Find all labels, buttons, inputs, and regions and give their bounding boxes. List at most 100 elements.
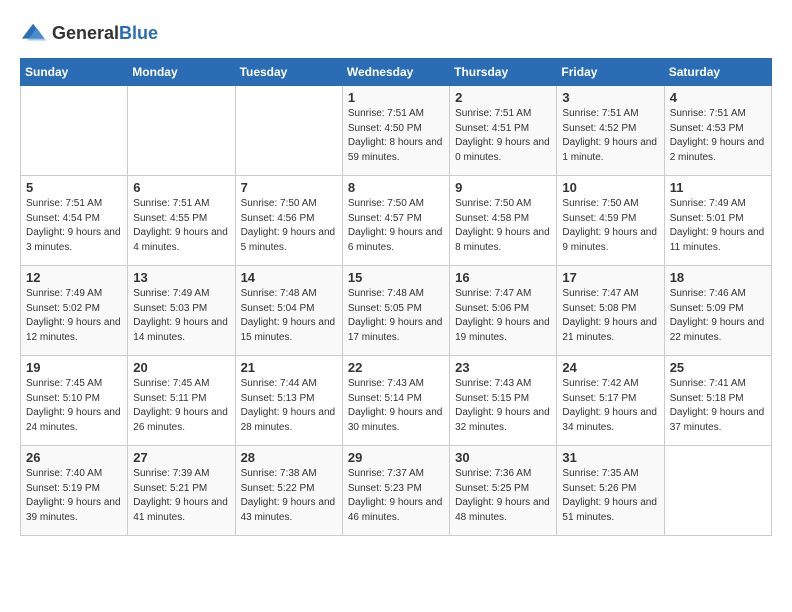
calendar-cell: 2 Sunrise: 7:51 AM Sunset: 4:51 PM Daylig…	[450, 86, 557, 176]
day-number: 13	[133, 270, 229, 285]
weekday-header: Friday	[557, 59, 664, 86]
calendar-cell: 1 Sunrise: 7:51 AM Sunset: 4:50 PM Daylig…	[342, 86, 449, 176]
day-info: Sunrise: 7:47 AM Sunset: 5:06 PM Dayligh…	[455, 287, 551, 345]
day-info: Sunrise: 7:39 AM Sunset: 5:21 PM Dayligh…	[133, 467, 229, 525]
day-info: Sunrise: 7:36 AM Sunset: 5:25 PM Dayligh…	[455, 467, 551, 525]
calendar-cell: 28 Sunrise: 7:38 AM Sunset: 5:22 PM Dayli…	[235, 446, 342, 536]
calendar-cell: 18 Sunrise: 7:46 AM Sunset: 5:09 PM Dayli…	[664, 266, 771, 356]
calendar-cell	[235, 86, 342, 176]
day-info: Sunrise: 7:37 AM Sunset: 5:23 PM Dayligh…	[348, 467, 444, 525]
calendar-week-row: 26Sunrise: 7:40 AM Sunset: 5:19 PM Dayli…	[21, 446, 772, 536]
weekday-header: Thursday	[450, 59, 557, 86]
day-info: Sunrise: 7:46 AM Sunset: 5:09 PM Dayligh…	[670, 287, 766, 345]
day-number: 18	[670, 270, 766, 285]
day-number: 21	[241, 360, 337, 375]
day-number: 11	[670, 180, 766, 195]
calendar-cell: 13 Sunrise: 7:49 AM Sunset: 5:03 PM Dayli…	[128, 266, 235, 356]
day-info: Sunrise: 7:45 AM Sunset: 5:11 PM Dayligh…	[133, 377, 229, 435]
day-info: Sunrise: 7:51 AM Sunset: 4:54 PM Dayligh…	[26, 197, 122, 255]
calendar-cell: 27 Sunrise: 7:39 AM Sunset: 5:21 PM Dayli…	[128, 446, 235, 536]
calendar-cell: 4 Sunrise: 7:51 AM Sunset: 4:53 PM Daylig…	[664, 86, 771, 176]
calendar-cell: 3 Sunrise: 7:51 AM Sunset: 4:52 PM Daylig…	[557, 86, 664, 176]
day-info: Sunrise: 7:50 AM Sunset: 4:57 PM Dayligh…	[348, 197, 444, 255]
day-number: 2	[455, 90, 551, 105]
weekday-header: Monday	[128, 59, 235, 86]
weekday-header: Saturday	[664, 59, 771, 86]
calendar-cell: 8 Sunrise: 7:50 AM Sunset: 4:57 PM Daylig…	[342, 176, 449, 266]
calendar-cell	[128, 86, 235, 176]
day-number: 14	[241, 270, 337, 285]
day-info: Sunrise: 7:40 AM Sunset: 5:19 PM Dayligh…	[26, 467, 122, 525]
calendar-cell: 9Sunrise: 7:50 AM Sunset: 4:58 PM Daylig…	[450, 176, 557, 266]
calendar-cell: 11Sunrise: 7:49 AM Sunset: 5:01 PM Dayli…	[664, 176, 771, 266]
day-number: 20	[133, 360, 229, 375]
day-info: Sunrise: 7:48 AM Sunset: 5:05 PM Dayligh…	[348, 287, 444, 345]
day-info: Sunrise: 7:42 AM Sunset: 5:17 PM Dayligh…	[562, 377, 658, 435]
day-number: 27	[133, 450, 229, 465]
day-number: 12	[26, 270, 122, 285]
day-info: Sunrise: 7:48 AM Sunset: 5:04 PM Dayligh…	[241, 287, 337, 345]
day-info: Sunrise: 7:45 AM Sunset: 5:10 PM Dayligh…	[26, 377, 122, 435]
calendar-cell: 24 Sunrise: 7:42 AM Sunset: 5:17 PM Dayli…	[557, 356, 664, 446]
calendar-week-row: 19 Sunrise: 7:45 AM Sunset: 5:10 PM Dayli…	[21, 356, 772, 446]
day-info: Sunrise: 7:41 AM Sunset: 5:18 PM Dayligh…	[670, 377, 766, 435]
day-number: 4	[670, 90, 766, 105]
calendar-table: SundayMondayTuesdayWednesdayThursdayFrid…	[20, 58, 772, 536]
day-info: Sunrise: 7:51 AM Sunset: 4:52 PM Dayligh…	[562, 107, 658, 165]
calendar-cell	[21, 86, 128, 176]
calendar-cell: 22Sunrise: 7:43 AM Sunset: 5:14 PM Dayli…	[342, 356, 449, 446]
calendar-cell: 23 Sunrise: 7:43 AM Sunset: 5:15 PM Dayli…	[450, 356, 557, 446]
day-number: 19	[26, 360, 122, 375]
calendar-body: 1 Sunrise: 7:51 AM Sunset: 4:50 PM Daylig…	[21, 86, 772, 536]
day-info: Sunrise: 7:38 AM Sunset: 5:22 PM Dayligh…	[241, 467, 337, 525]
day-info: Sunrise: 7:43 AM Sunset: 5:15 PM Dayligh…	[455, 377, 551, 435]
day-info: Sunrise: 7:50 AM Sunset: 4:56 PM Dayligh…	[241, 197, 337, 255]
calendar-cell: 20 Sunrise: 7:45 AM Sunset: 5:11 PM Dayli…	[128, 356, 235, 446]
day-number: 17	[562, 270, 658, 285]
day-number: 24	[562, 360, 658, 375]
calendar-cell: 16Sunrise: 7:47 AM Sunset: 5:06 PM Dayli…	[450, 266, 557, 356]
calendar-week-row: 1 Sunrise: 7:51 AM Sunset: 4:50 PM Daylig…	[21, 86, 772, 176]
day-number: 6	[133, 180, 229, 195]
day-info: Sunrise: 7:51 AM Sunset: 4:53 PM Dayligh…	[670, 107, 766, 165]
day-info: Sunrise: 7:51 AM Sunset: 4:51 PM Dayligh…	[455, 107, 551, 165]
day-number: 8	[348, 180, 444, 195]
day-number: 10	[562, 180, 658, 195]
calendar-cell: 30Sunrise: 7:36 AM Sunset: 5:25 PM Dayli…	[450, 446, 557, 536]
day-info: Sunrise: 7:35 AM Sunset: 5:26 PM Dayligh…	[562, 467, 658, 525]
calendar-cell	[664, 446, 771, 536]
calendar-cell: 21Sunrise: 7:44 AM Sunset: 5:13 PM Dayli…	[235, 356, 342, 446]
calendar-week-row: 12 Sunrise: 7:49 AM Sunset: 5:02 PM Dayli…	[21, 266, 772, 356]
day-info: Sunrise: 7:49 AM Sunset: 5:02 PM Dayligh…	[26, 287, 122, 345]
calendar-cell: 31 Sunrise: 7:35 AM Sunset: 5:26 PM Dayli…	[557, 446, 664, 536]
calendar-cell: 12 Sunrise: 7:49 AM Sunset: 5:02 PM Dayli…	[21, 266, 128, 356]
calendar-cell: 14 Sunrise: 7:48 AM Sunset: 5:04 PM Dayli…	[235, 266, 342, 356]
calendar-week-row: 5Sunrise: 7:51 AM Sunset: 4:54 PM Daylig…	[21, 176, 772, 266]
day-number: 7	[241, 180, 337, 195]
calendar-cell: 10 Sunrise: 7:50 AM Sunset: 4:59 PM Dayli…	[557, 176, 664, 266]
day-info: Sunrise: 7:47 AM Sunset: 5:08 PM Dayligh…	[562, 287, 658, 345]
calendar-cell: 26Sunrise: 7:40 AM Sunset: 5:19 PM Dayli…	[21, 446, 128, 536]
day-info: Sunrise: 7:50 AM Sunset: 4:58 PM Dayligh…	[455, 197, 551, 255]
day-number: 28	[241, 450, 337, 465]
day-info: Sunrise: 7:49 AM Sunset: 5:03 PM Dayligh…	[133, 287, 229, 345]
calendar-cell: 17 Sunrise: 7:47 AM Sunset: 5:08 PM Dayli…	[557, 266, 664, 356]
day-info: Sunrise: 7:43 AM Sunset: 5:14 PM Dayligh…	[348, 377, 444, 435]
calendar-cell: 7 Sunrise: 7:50 AM Sunset: 4:56 PM Daylig…	[235, 176, 342, 266]
weekday-header: Tuesday	[235, 59, 342, 86]
day-number: 23	[455, 360, 551, 375]
day-number: 15	[348, 270, 444, 285]
day-info: Sunrise: 7:51 AM Sunset: 4:55 PM Dayligh…	[133, 197, 229, 255]
calendar-cell: 6 Sunrise: 7:51 AM Sunset: 4:55 PM Daylig…	[128, 176, 235, 266]
calendar-cell: 25Sunrise: 7:41 AM Sunset: 5:18 PM Dayli…	[664, 356, 771, 446]
day-info: Sunrise: 7:50 AM Sunset: 4:59 PM Dayligh…	[562, 197, 658, 255]
calendar-cell: 15 Sunrise: 7:48 AM Sunset: 5:05 PM Dayli…	[342, 266, 449, 356]
calendar-cell: 19 Sunrise: 7:45 AM Sunset: 5:10 PM Dayli…	[21, 356, 128, 446]
day-number: 3	[562, 90, 658, 105]
day-number: 29	[348, 450, 444, 465]
day-info: Sunrise: 7:51 AM Sunset: 4:50 PM Dayligh…	[348, 107, 444, 165]
calendar-header: SundayMondayTuesdayWednesdayThursdayFrid…	[21, 59, 772, 86]
day-number: 1	[348, 90, 444, 105]
day-number: 31	[562, 450, 658, 465]
calendar-cell: 5Sunrise: 7:51 AM Sunset: 4:54 PM Daylig…	[21, 176, 128, 266]
